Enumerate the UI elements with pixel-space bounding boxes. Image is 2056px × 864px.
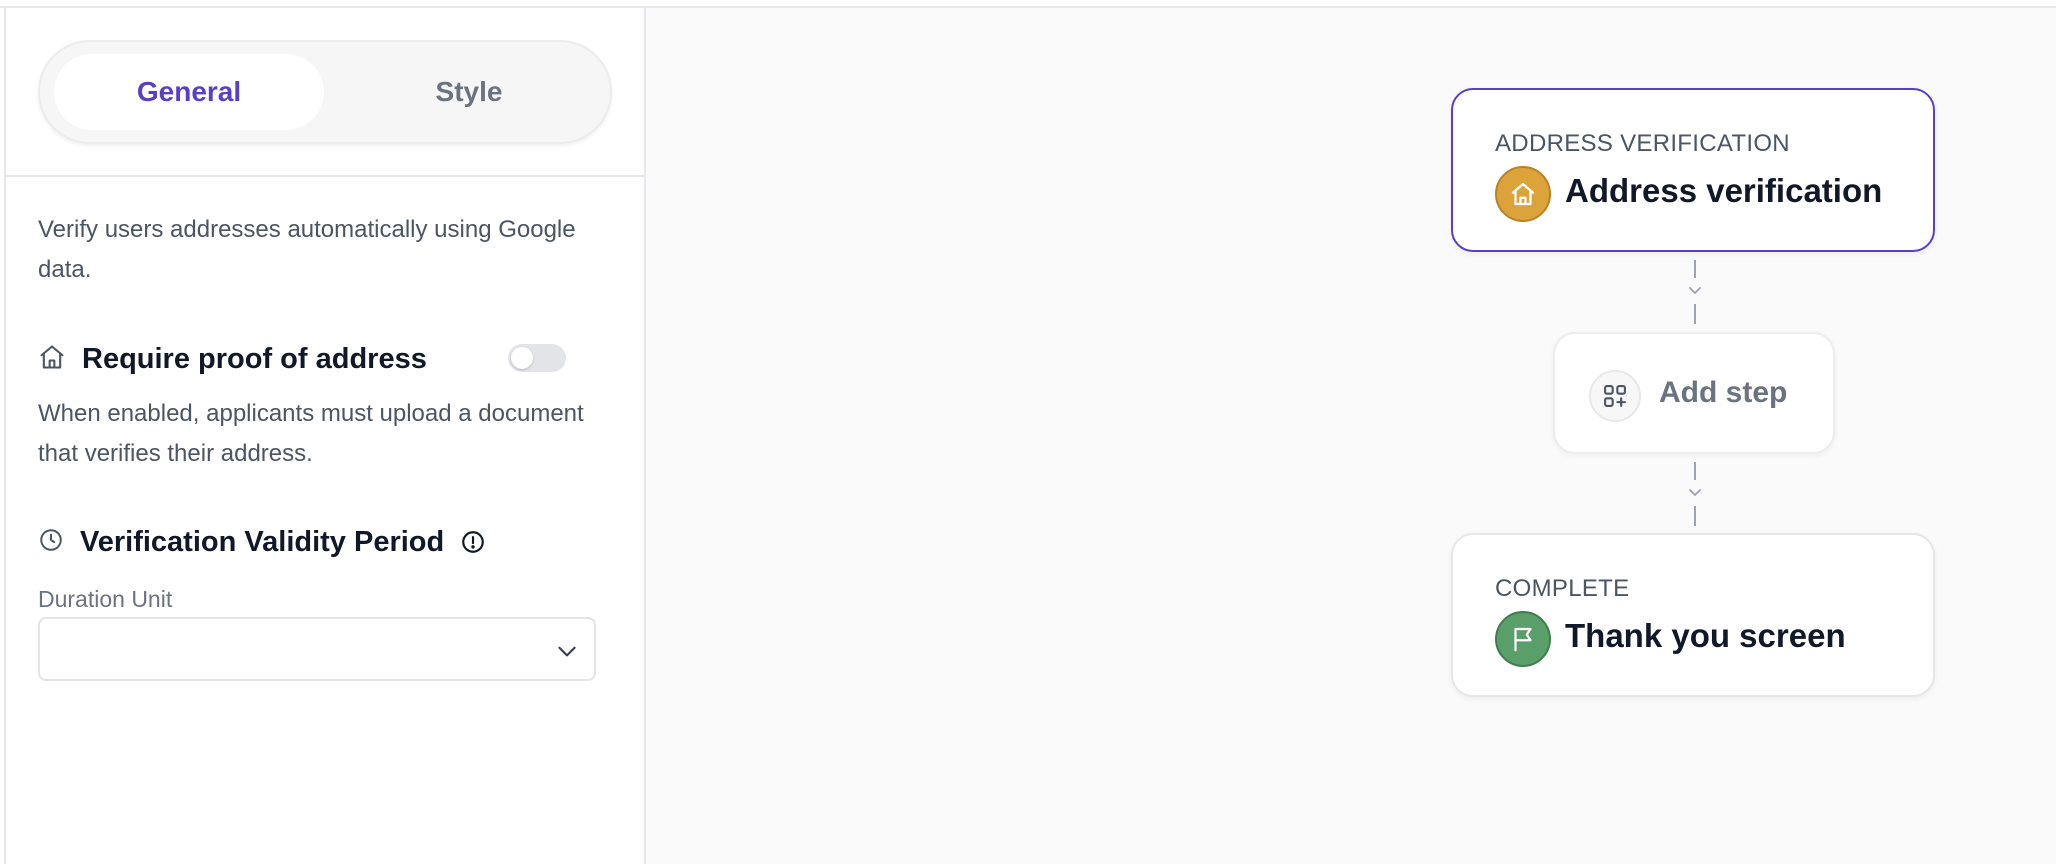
top-border: [0, 0, 2056, 8]
tab-style[interactable]: Style: [334, 54, 604, 130]
clock-icon: [38, 527, 64, 558]
node-title: Thank you screen: [1565, 617, 1846, 654]
settings-sidebar: General Style Verify users addresses aut…: [6, 8, 646, 864]
tab-general[interactable]: General: [54, 54, 324, 130]
proof-toggle[interactable]: [508, 344, 566, 372]
node-kicker: ADDRESS VERIFICATION: [1495, 130, 1790, 157]
validity-row: Verification Validity Period: [38, 517, 486, 567]
add-step-label: Add step: [1659, 376, 1788, 409]
proof-row: Require proof of address: [38, 334, 427, 384]
house-icon: [1495, 166, 1551, 222]
proof-help-text: When enabled, applicants must upload a d…: [38, 400, 584, 467]
info-icon[interactable]: [460, 529, 486, 555]
duration-unit-label: Duration Unit: [38, 586, 173, 612]
node-kicker: COMPLETE: [1495, 575, 1630, 602]
house-icon: [38, 343, 66, 376]
step-description: Verify users addresses automatically usi…: [38, 216, 576, 283]
add-widget-icon: [1589, 370, 1641, 422]
node-title: Address verification: [1565, 172, 1883, 209]
tabs-section: General Style: [6, 8, 644, 177]
connector-arrow: [1689, 462, 1701, 526]
proof-title: Require proof of address: [82, 342, 427, 375]
tab-switcher: General Style: [38, 40, 612, 144]
flow-node-address-verification[interactable]: ADDRESS VERIFICATION Address verificatio…: [1451, 88, 1935, 252]
flag-icon: [1495, 611, 1551, 667]
validity-title: Verification Validity Period: [80, 525, 445, 558]
flow-node-complete[interactable]: COMPLETE Thank you screen: [1451, 533, 1935, 697]
connector-arrow: [1689, 260, 1701, 324]
add-step-button[interactable]: Add step: [1553, 332, 1835, 454]
duration-unit-select[interactable]: [38, 617, 596, 681]
chevron-down-icon: [554, 638, 580, 669]
